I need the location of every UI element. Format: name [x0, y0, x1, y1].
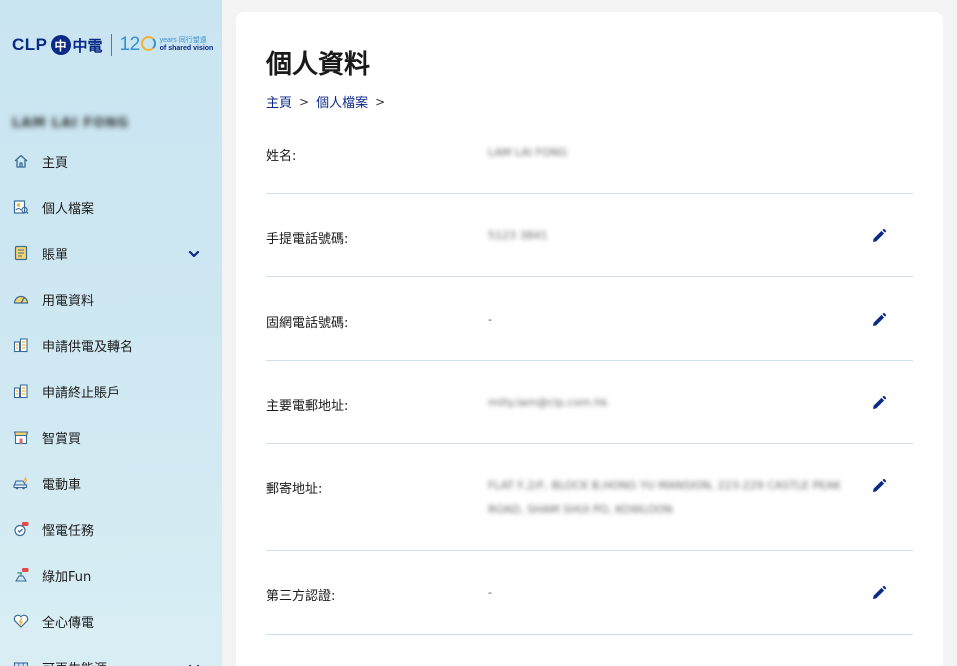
logo-anniversary: 12	[120, 34, 156, 56]
breadcrumb-profile-link[interactable]: 個人檔案	[316, 92, 368, 111]
field-row-third-party-auth: 第三方認證: -	[266, 551, 913, 635]
profile-icon	[12, 198, 30, 216]
sidebar-item-label: 主頁	[42, 155, 69, 171]
sidebar-item-label: 個人檔案	[42, 201, 95, 217]
gauge-icon	[12, 290, 30, 308]
edit-email-button[interactable]	[871, 395, 887, 411]
chevron-down-icon[interactable]	[188, 245, 200, 264]
sidebar-item-green-fun[interactable]: 綠加Fun	[0, 552, 222, 598]
sidebar-item-saving-mission[interactable]: 慳電任務	[0, 506, 222, 552]
logo-anniversary-ring-icon	[140, 36, 156, 51]
logo-mark-icon: 中	[50, 35, 71, 55]
sidebar-item-label: 電動車	[42, 477, 82, 493]
field-label: 主要電郵地址:	[266, 399, 349, 414]
sidebar-item-label: 申請供電及轉名	[42, 339, 134, 355]
sidebar-item-label: 全心傳電	[42, 615, 95, 631]
field-row-landline: 固網電話號碼: -	[266, 277, 913, 361]
pencil-icon	[873, 312, 887, 326]
field-label: 手提電話號碼:	[266, 232, 349, 247]
logo-anniversary-digits: 12	[119, 34, 141, 55]
breadcrumb-separator: >	[375, 94, 386, 109]
field-label: 第三方認證:	[266, 589, 336, 604]
edit-mobile-button[interactable]	[871, 228, 887, 244]
logo-tagline-bottom: of shared vision	[159, 45, 214, 52]
edit-address-button[interactable]	[871, 478, 887, 494]
sidebar-item-usage[interactable]: 用電資料	[0, 276, 222, 322]
breadcrumb: 主頁 > 個人檔案 >	[266, 92, 392, 112]
heart-icon	[12, 612, 30, 630]
field-row-mobile: 手提電話號碼: 5123 3841	[266, 194, 913, 277]
field-value: -	[488, 313, 492, 326]
sidebar-item-label: 賬單	[42, 247, 69, 263]
ev-car-icon	[12, 474, 30, 492]
sidebar-item-home[interactable]: 主頁	[0, 138, 222, 184]
field-row-name: 姓名: LAM LAI FONG	[266, 124, 913, 194]
sidebar-item-label: 用電資料	[42, 293, 95, 309]
clp-logo[interactable]: CLP 中 中電 12 years 同行望遠 of shared vision	[12, 32, 213, 58]
logo-brand-cn: 中電	[72, 36, 103, 55]
field-value: -	[488, 586, 492, 599]
logo-brand: CLP	[12, 35, 48, 54]
field-label: 固網電話號碼:	[266, 316, 349, 331]
mission-icon	[12, 520, 30, 538]
breadcrumb-home-link[interactable]: 主頁	[266, 92, 292, 111]
field-label: 姓名:	[266, 149, 297, 164]
field-label: 郵寄地址:	[266, 482, 323, 497]
logo-tagline: years 同行望遠 of shared vision	[160, 37, 214, 53]
shop-icon	[12, 428, 30, 446]
field-row-email: 主要電郵地址: milly.lam@clp.com.hk	[266, 361, 913, 444]
sidebar-item-label: 申請終止賬戶	[42, 385, 121, 401]
page-title: 個人資料	[266, 50, 371, 80]
logo-divider	[110, 34, 112, 56]
sidebar-item-ev[interactable]: 電動車	[0, 460, 222, 506]
sidebar-item-label: 可再生能源	[42, 658, 107, 666]
sidebar-item-label: 慳電任務	[42, 523, 95, 539]
sidebar: CLP 中 中電 12 years 同行望遠 of shared vision …	[0, 0, 222, 666]
field-value: milly.lam@clp.com.hk	[488, 396, 608, 409]
field-value: FLAT F,2/F, BLOCK B,HONG YU MANSION, 223…	[488, 479, 841, 516]
chevron-down-icon[interactable]	[188, 659, 200, 666]
sidebar-item-profile[interactable]: 個人檔案	[0, 184, 222, 230]
building-icon	[12, 382, 30, 400]
home-icon	[12, 152, 30, 170]
field-value: 5123 3841	[488, 229, 548, 242]
sidebar-item-bill[interactable]: 賬單	[0, 230, 222, 276]
pencil-icon	[873, 478, 887, 492]
profile-fields: 姓名: LAM LAI FONG 手提電話號碼: 5123 3841 固網電話號…	[266, 124, 913, 635]
sidebar-item-terminate-account[interactable]: 申請終止賬戶	[0, 368, 222, 414]
pencil-icon	[873, 585, 887, 599]
sidebar-item-smart-shop[interactable]: 智賞買	[0, 414, 222, 460]
sidebar-item-label: 智賞買	[42, 431, 82, 447]
pencil-icon	[873, 395, 887, 409]
sidebar-item-apply-supply[interactable]: 申請供電及轉名	[0, 322, 222, 368]
edit-third-party-button[interactable]	[871, 585, 887, 601]
sidebar-item-label: 綠加Fun	[42, 569, 92, 585]
sidebar-item-care-power[interactable]: 全心傳電	[0, 598, 222, 644]
bill-icon	[12, 244, 30, 262]
pencil-icon	[873, 228, 887, 242]
field-row-mailing-address: 郵寄地址: FLAT F,2/F, BLOCK B,HONG YU MANSIO…	[266, 444, 913, 551]
user-name: LAM LAI FONG	[12, 116, 129, 131]
sidebar-nav: 主頁 個人檔案 賬單 用電資料 申請供電及轉名 申請終止賬戶 智賞買 電動車 慳…	[0, 138, 222, 666]
sidebar-item-renewable[interactable]: 可再生能源	[0, 644, 222, 666]
breadcrumb-separator: >	[299, 94, 310, 109]
green-fun-icon	[12, 566, 30, 584]
renewable-icon	[12, 658, 30, 666]
edit-landline-button[interactable]	[871, 312, 887, 328]
profile-card: 個人資料 主頁 > 個人檔案 > 姓名: LAM LAI FONG 手提電話號碼…	[236, 12, 943, 666]
building-icon	[12, 336, 30, 354]
logo-tagline-top: years 同行望遠	[159, 37, 207, 44]
field-value: LAM LAI FONG	[488, 146, 568, 159]
